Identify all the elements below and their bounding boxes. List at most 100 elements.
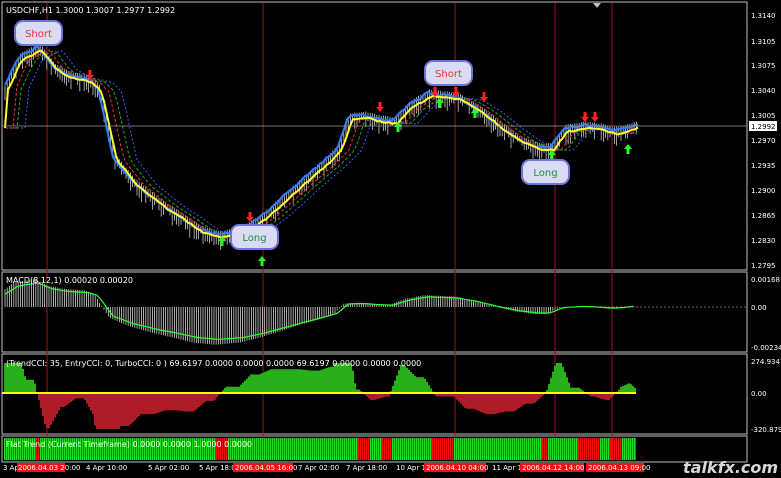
- flat-trend-bar: [434, 438, 436, 460]
- flat-trend-bar: [464, 438, 466, 460]
- flat-trend-bar: [508, 438, 510, 460]
- flat-trend-bar: [558, 438, 560, 460]
- price-tick: 1.3005: [751, 112, 776, 120]
- flat-trend-bar: [482, 438, 484, 460]
- arrow-down-icon: [581, 112, 589, 122]
- flat-trend-bar: [296, 438, 298, 460]
- flat-trend-bar: [510, 438, 512, 460]
- flat-trend-bar: [610, 438, 612, 460]
- moving-averages: [4, 45, 639, 239]
- flat-trend-bar: [346, 438, 348, 460]
- flat-trend-bar: [504, 438, 506, 460]
- flat-trend-bar: [530, 438, 532, 460]
- flat-trend-bar: [286, 438, 288, 460]
- flat-trend-bar: [588, 438, 590, 460]
- flat-trend-bar: [448, 438, 450, 460]
- flat-trend-bar: [490, 438, 492, 460]
- flat-trend-bar: [614, 438, 616, 460]
- flat-trend-bar: [330, 438, 332, 460]
- flat-trend-bar: [626, 438, 628, 460]
- time-highlight: 2006.04.13 09:00: [588, 464, 650, 472]
- flat-trend-bar: [560, 438, 562, 460]
- flat-trend-bar: [338, 438, 340, 460]
- flat-trend-bar: [326, 438, 328, 460]
- flat-trend-bar: [514, 438, 516, 460]
- flat-trend-bar: [418, 438, 420, 460]
- flat-trend-bar: [632, 438, 634, 460]
- long-signal-bubble[interactable]: Long: [521, 159, 570, 185]
- price-tick: 1.3075: [751, 62, 776, 70]
- flat-trend-bar: [598, 438, 600, 460]
- flat-trend-bar: [394, 438, 396, 460]
- flat-trend-bar: [320, 438, 322, 460]
- arrow-down-icon: [376, 102, 384, 112]
- flat-trend-bar: [612, 438, 614, 460]
- flat-trend-bar: [532, 438, 534, 460]
- macd-tick: -0.00234: [751, 344, 781, 352]
- flat-trend-bar: [356, 438, 358, 460]
- flat-trend-bar: [500, 438, 502, 460]
- flat-trend-bar: [450, 438, 452, 460]
- flat-trend-bar: [518, 438, 520, 460]
- time-label: 4 Apr 10:00: [86, 464, 127, 472]
- flat-trend-bar: [622, 438, 624, 460]
- flat-trend-bar: [444, 438, 446, 460]
- flat-trend-bar: [480, 438, 482, 460]
- short-signal-label: Short: [435, 69, 462, 80]
- price-tick: 1.3105: [751, 38, 776, 46]
- flat-trend-bar: [476, 438, 478, 460]
- flat-trend-bar: [456, 438, 458, 460]
- flat-trend-bar: [468, 438, 470, 460]
- cci-tick: 0.00: [751, 390, 767, 398]
- flat-trend-bar: [436, 438, 438, 460]
- time-highlight: 2006.04.05 16:00: [235, 464, 297, 472]
- flat-trend-bar: [576, 438, 578, 460]
- flat-trend-bar: [270, 438, 272, 460]
- flat-trend-bar: [594, 438, 596, 460]
- flat-trend-bar: [628, 438, 630, 460]
- flat-trend-bar: [624, 438, 626, 460]
- trend-cci-label: (TrendCCI: 35, EntryCCI: 0, TurboCCI: 0 …: [6, 359, 421, 368]
- flat-trend-bar: [388, 438, 390, 460]
- flat-trend-bar: [302, 438, 304, 460]
- flat-trend-bar: [416, 438, 418, 460]
- flat-trend-bar: [498, 438, 500, 460]
- cci-tick: -320.879: [751, 426, 781, 434]
- flat-trend-bar: [310, 438, 312, 460]
- flat-trend-bar: [578, 438, 580, 460]
- flat-trend-bar: [586, 438, 588, 460]
- flat-trend-bar: [522, 438, 524, 460]
- flat-trend-bar: [378, 438, 380, 460]
- flat-trend-bar: [584, 438, 586, 460]
- flat-trend-bar: [354, 438, 356, 460]
- flat-trend-bar: [262, 438, 264, 460]
- flat-trend-bar: [432, 438, 434, 460]
- flat-trend-bar: [634, 438, 636, 460]
- macd-tick: 0.00: [751, 304, 767, 312]
- flat-trend-bar: [420, 438, 422, 460]
- short-signal-label: Short: [25, 29, 52, 40]
- flat-trend-bar: [366, 438, 368, 460]
- short-signal-bubble[interactable]: Short: [424, 60, 473, 86]
- flat-trend-bar: [536, 438, 538, 460]
- flat-trend-bar: [596, 438, 598, 460]
- macd-histogram: [4, 279, 635, 345]
- flat-trend-bar: [552, 438, 554, 460]
- flat-trend-bar: [376, 438, 378, 460]
- flat-trend-bar: [630, 438, 632, 460]
- flat-trend-bar: [462, 438, 464, 460]
- flat-trend-bar: [282, 438, 284, 460]
- flat-trend-bar: [314, 438, 316, 460]
- short-signal-bubble[interactable]: Short: [14, 20, 63, 46]
- flat-trend-bar: [506, 438, 508, 460]
- flat-trend-bar: [496, 438, 498, 460]
- long-signal-bubble[interactable]: Long: [230, 224, 279, 250]
- flat-trend-bar: [316, 438, 318, 460]
- time-highlight: 2006.04.03 20:00: [18, 464, 80, 472]
- flat-trend-bar: [402, 438, 404, 460]
- chart-canvas[interactable]: USDCHF,H1 1.3000 1.3007 1.2977 1.2992 1.…: [0, 0, 781, 478]
- scroll-marker-icon[interactable]: [593, 3, 601, 8]
- flat-trend-bar: [570, 438, 572, 460]
- flat-trend-bar: [300, 438, 302, 460]
- flat-trend-bar: [492, 438, 494, 460]
